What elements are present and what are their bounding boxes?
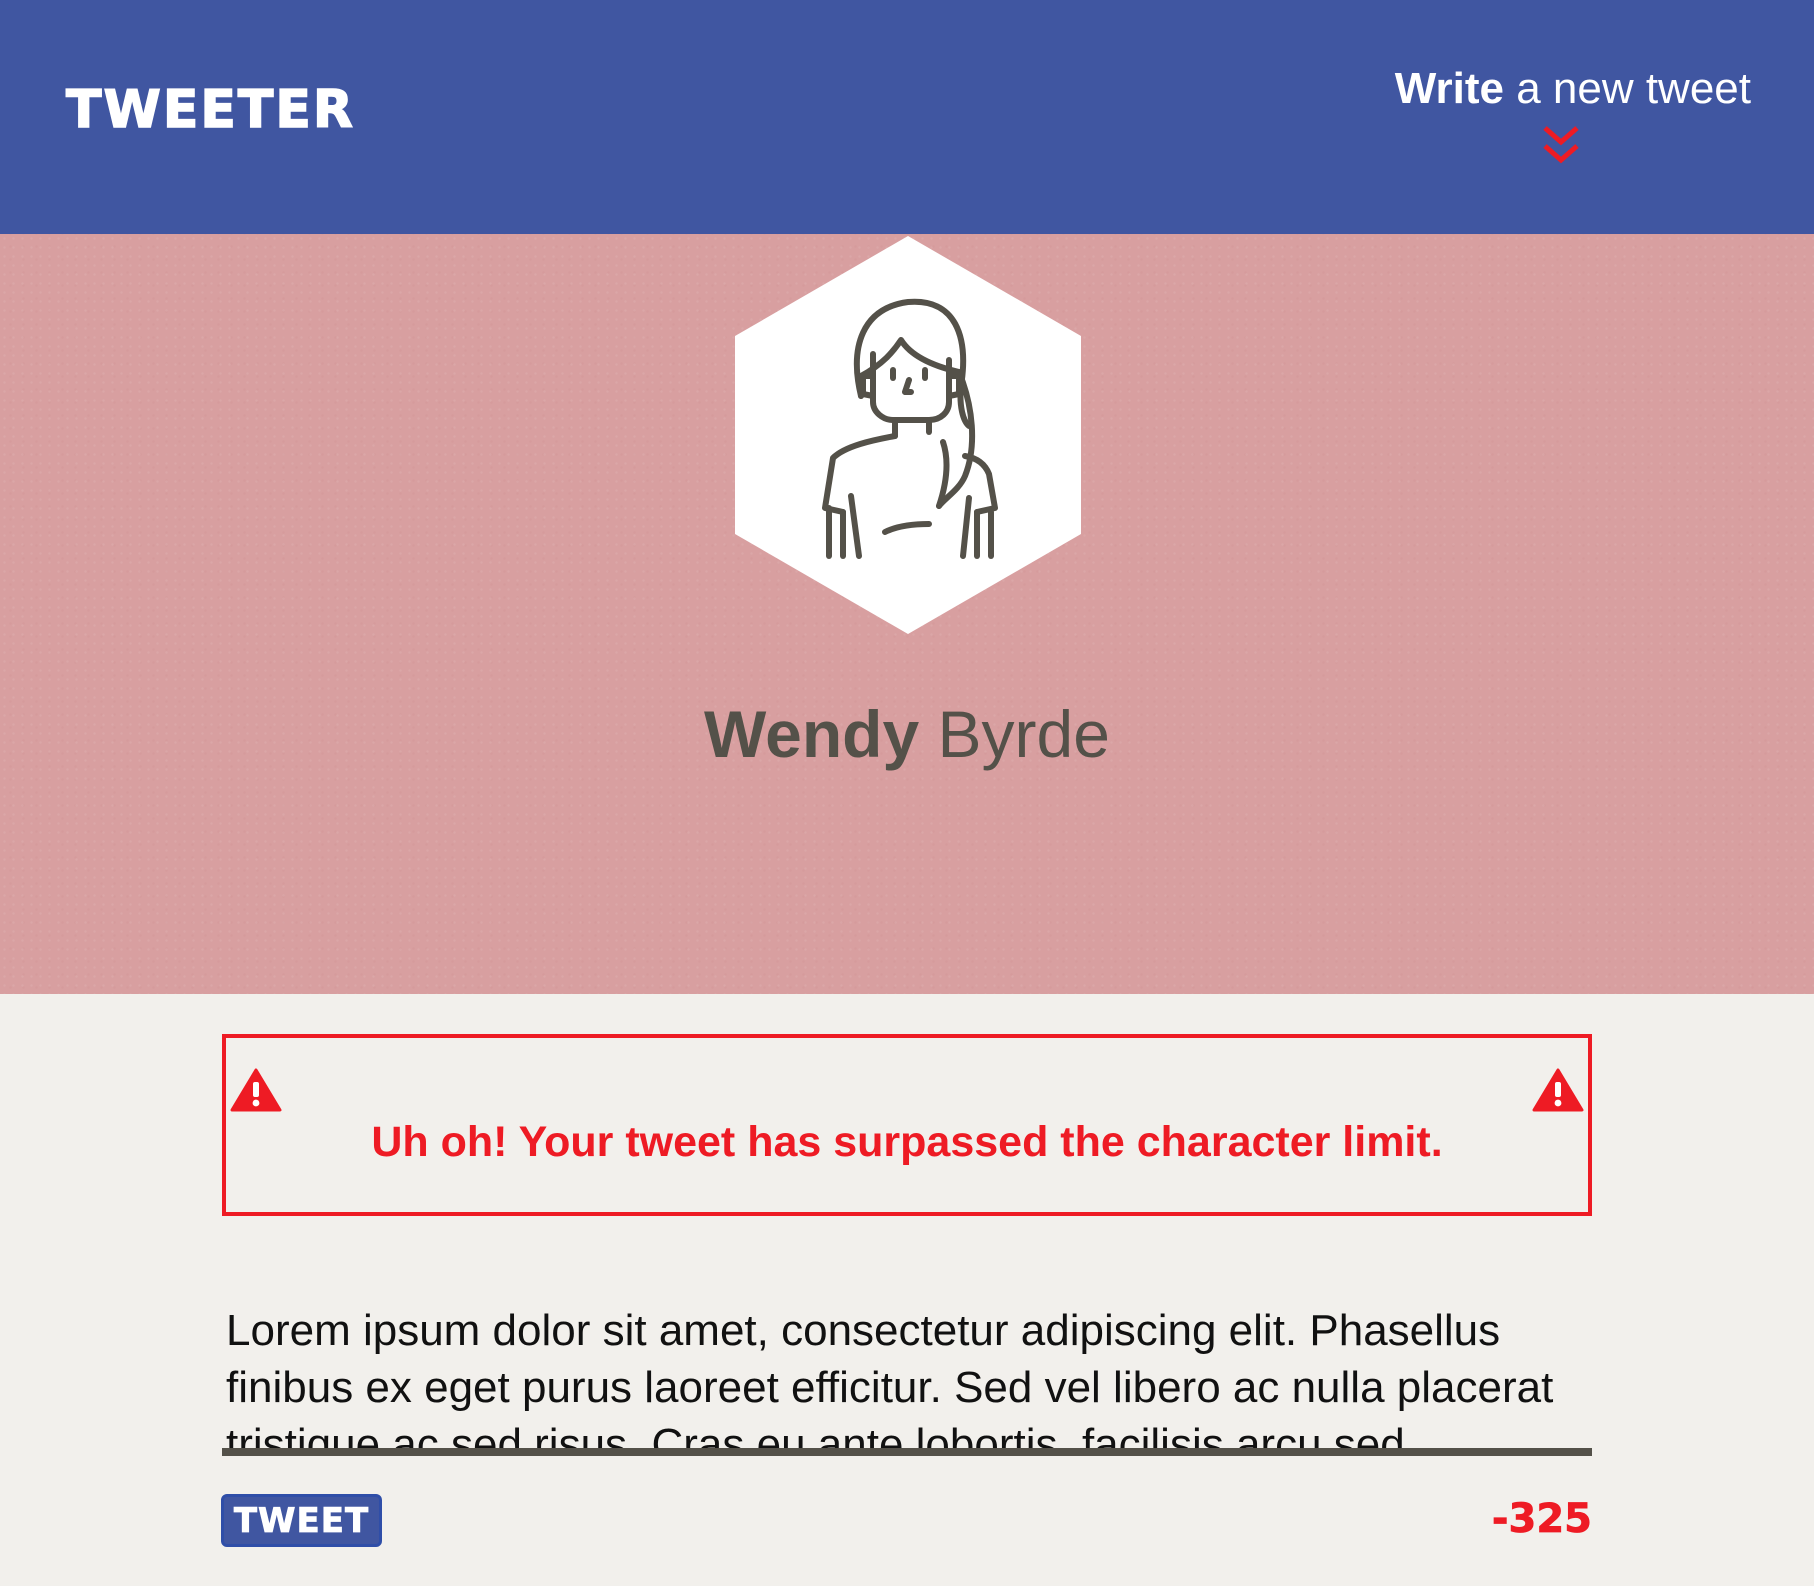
top-nav: TWEETER Write a new tweet: [0, 0, 1814, 234]
profile-name: Wendy Byrde: [0, 694, 1814, 774]
error-message: Uh oh! Your tweet has surpassed the char…: [371, 1118, 1443, 1166]
profile-banner: Wendy Byrde: [0, 234, 1814, 994]
new-tweet-words: a new tweet: [1503, 64, 1751, 113]
app-logo[interactable]: TWEETER: [65, 83, 355, 137]
tweet-button[interactable]: TWEET: [221, 1494, 382, 1547]
write-new-tweet-label: Write a new tweet: [1311, 62, 1751, 116]
write-new-tweet-toggle[interactable]: Write a new tweet: [1311, 62, 1751, 164]
tweet-textarea[interactable]: Lorem ipsum dolor sit amet, consectetur …: [222, 1302, 1592, 1456]
character-counter: -325: [1491, 1496, 1592, 1543]
double-chevron-down-icon[interactable]: [1541, 122, 1581, 166]
last-name: Byrde: [919, 697, 1110, 771]
write-word: Write: [1394, 64, 1504, 113]
warning-icon: [230, 1068, 282, 1112]
first-name: Wendy: [704, 697, 920, 771]
woman-avatar-icon: [733, 236, 1083, 634]
character-limit-error: Uh oh! Your tweet has surpassed the char…: [222, 1034, 1592, 1216]
warning-icon: [1532, 1068, 1584, 1112]
